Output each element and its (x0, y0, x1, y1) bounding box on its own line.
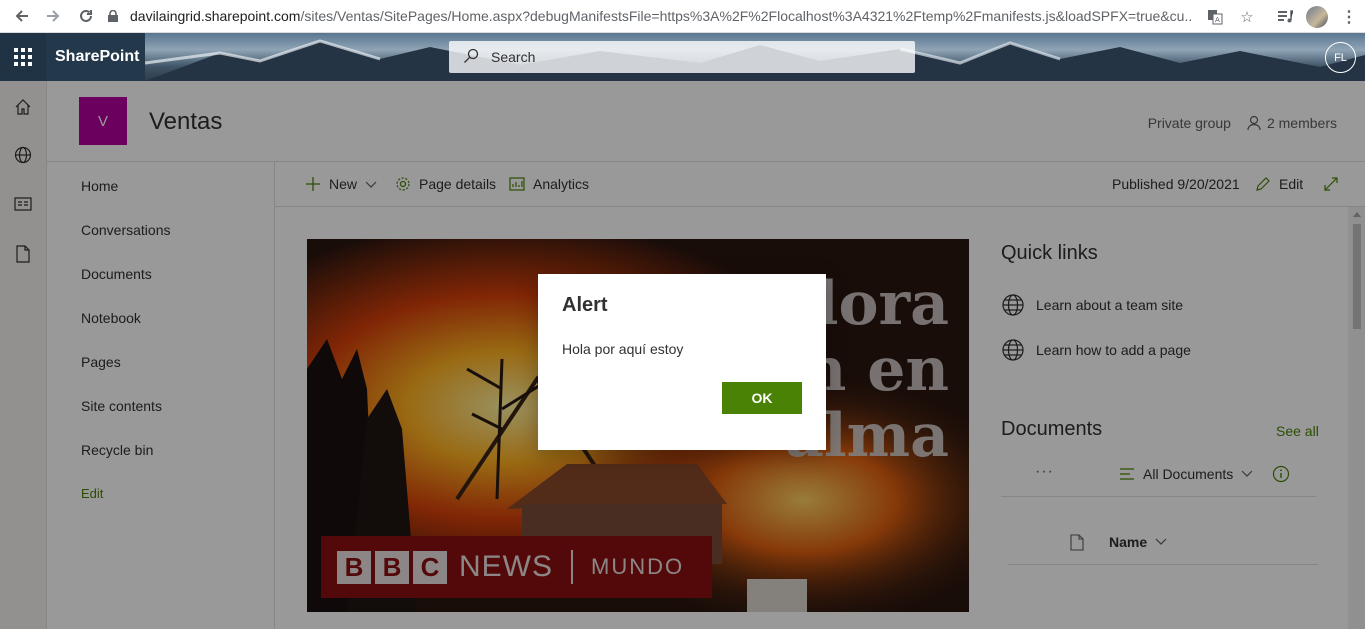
user-account-button[interactable]: FL (1325, 42, 1356, 73)
sharepoint-brand[interactable]: SharePoint (46, 33, 145, 81)
search-icon (463, 48, 479, 67)
search-placeholder: Search (491, 49, 536, 65)
profile-avatar[interactable] (1301, 3, 1333, 31)
reload-icon[interactable] (70, 2, 102, 30)
suite-bar: SharePoint Search FL (0, 33, 1365, 81)
dialog-message: Hola por aquí estoy (562, 341, 684, 357)
dialog-title: Alert (562, 294, 608, 316)
media-control-icon[interactable] (1269, 3, 1301, 31)
kebab-menu-icon[interactable]: ⋮ (1333, 3, 1365, 31)
search-box[interactable]: Search (449, 41, 915, 73)
address-bar[interactable]: davilaingrid.sharepoint.com/sites/Ventas… (108, 3, 1193, 29)
alert-dialog: Alert Hola por aquí estoy OK (538, 274, 826, 450)
svg-text:A: A (1215, 16, 1220, 24)
waffle-icon (14, 48, 32, 66)
translate-icon[interactable]: A (1199, 3, 1231, 31)
star-icon[interactable]: ☆ (1231, 3, 1263, 31)
url-path: /sites/Ventas/SitePages/Home.aspx?debugM… (300, 8, 1193, 24)
url-host: davilaingrid.sharepoint.com (130, 8, 301, 24)
browser-toolbar: davilaingrid.sharepoint.com/sites/Ventas… (0, 0, 1365, 33)
back-arrow-icon[interactable] (6, 2, 38, 30)
lock-icon (108, 10, 118, 22)
forward-arrow-icon[interactable] (37, 2, 69, 30)
ok-button[interactable]: OK (722, 382, 802, 414)
app-launcher-button[interactable] (0, 33, 46, 81)
